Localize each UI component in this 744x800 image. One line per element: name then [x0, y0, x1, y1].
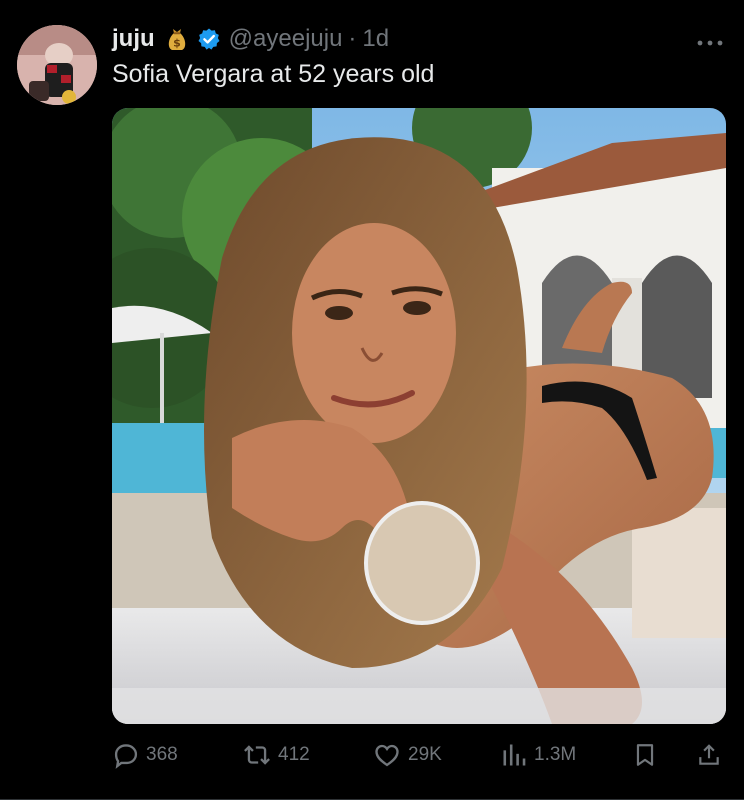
tweet-text: Sofia Vergara at 52 years old: [112, 60, 435, 88]
reply-icon: [112, 741, 140, 769]
retweet-button[interactable]: 412: [242, 735, 310, 775]
more-options-icon[interactable]: [696, 27, 724, 53]
heart-icon: [372, 741, 402, 769]
reply-button[interactable]: 368: [112, 735, 178, 775]
like-button[interactable]: 29K: [372, 735, 442, 775]
tweet[interactable]: juju $ @ayeejuju · 1d Sofia Vergara at 5: [0, 0, 744, 800]
share-icon: [696, 741, 722, 769]
verified-badge-icon[interactable]: [197, 27, 221, 51]
display-name[interactable]: juju: [112, 25, 155, 53]
tweet-actions: 368 412 29K 1.3M: [112, 735, 726, 775]
username[interactable]: @ayeejuju: [229, 25, 343, 53]
avatar[interactable]: [17, 25, 97, 105]
bar-chart-icon: [500, 741, 528, 769]
svg-text:$: $: [173, 37, 181, 50]
bookmark-icon: [632, 741, 658, 769]
share-button[interactable]: [696, 735, 722, 775]
retweet-count: 412: [278, 744, 310, 765]
retweet-icon: [242, 741, 272, 769]
bookmark-button[interactable]: [632, 735, 658, 775]
money-bag-icon: $: [165, 26, 189, 52]
timestamp[interactable]: 1d: [362, 25, 389, 53]
separator-dot: ·: [348, 25, 357, 52]
views-button[interactable]: 1.3M: [500, 735, 576, 775]
tweet-header: juju $ @ayeejuju · 1d: [112, 24, 389, 54]
like-count: 29K: [408, 744, 442, 765]
tweet-photo[interactable]: [112, 108, 726, 724]
view-count: 1.3M: [534, 744, 577, 765]
reply-count: 368: [146, 744, 178, 765]
